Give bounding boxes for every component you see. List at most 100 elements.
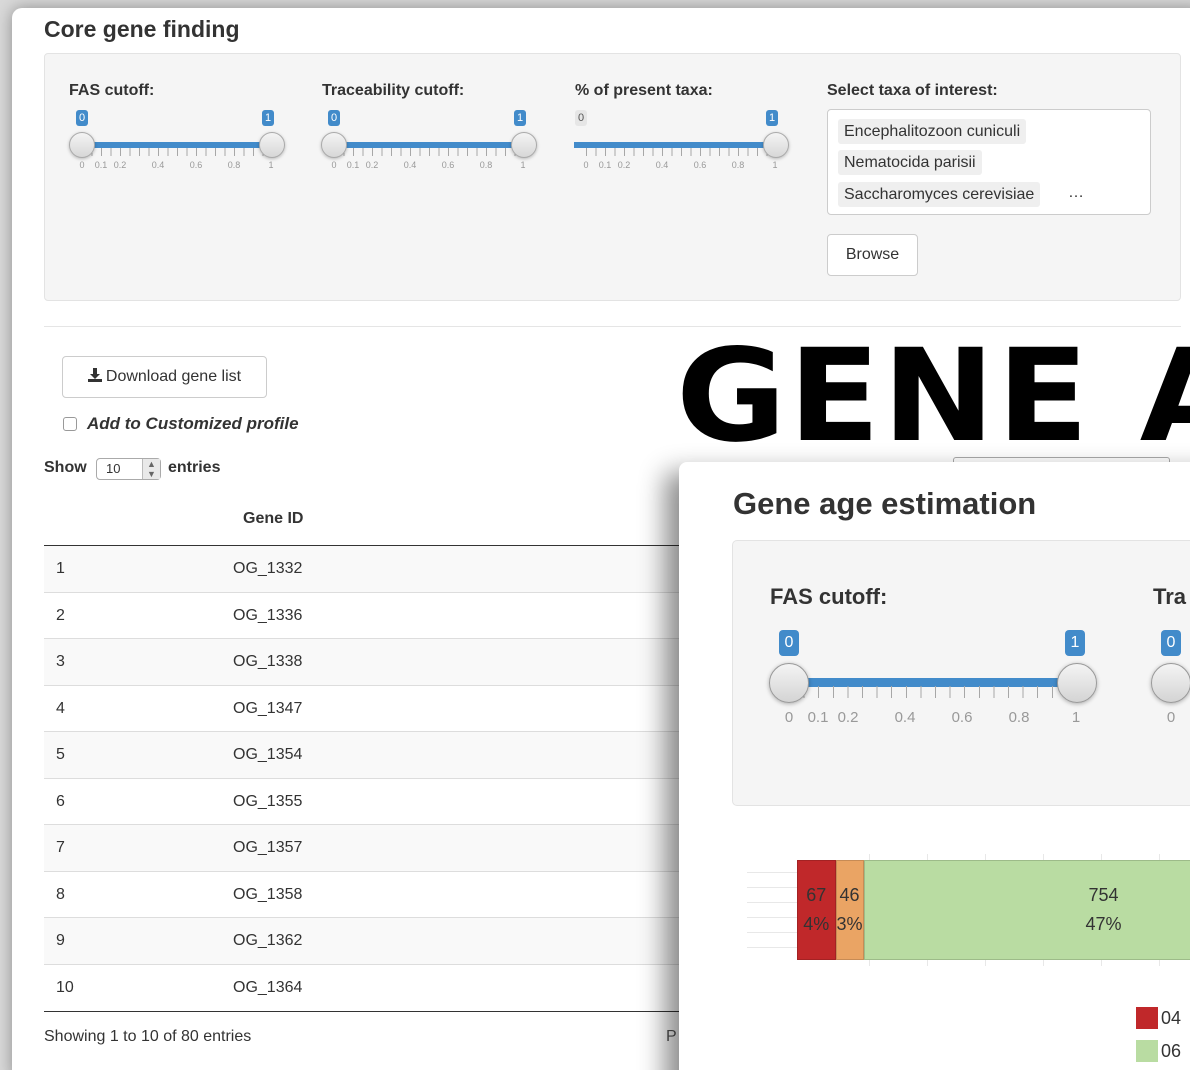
row-index: 9 [56,932,65,949]
slider-low-handle[interactable] [1151,663,1190,703]
legend-swatch [1136,1040,1158,1062]
fas-cutoff-label: FAS cutoff: [770,584,888,609]
chart-gridline [747,887,797,888]
entries-label: entries [168,459,221,476]
gene-id-header[interactable]: Gene ID [243,510,303,528]
slider-max-tag: 1 [1065,630,1085,656]
gene-age-window: Gene age estimation FAS cutoff: Tra 0 1 … [679,462,1190,1070]
slider-min-tag: 0 [779,630,799,656]
present-taxa-slider[interactable]: 0 1 0 0.1 0.2 0.4 0.6 0.8 1 [574,110,789,190]
chart-data-label: 754 [1088,885,1119,905]
traceability-cutoff-label-partial: Tra [1153,584,1187,609]
slider-low-handle[interactable] [69,132,95,158]
taxon-chip[interactable]: Nematocida parisii [838,150,982,175]
tick-label: 0.8 [1008,709,1030,726]
tick-label: 0 [79,160,85,170]
tick-label: 0.8 [731,160,745,170]
legend-label: 06 [1161,1041,1182,1061]
taxa-select-box[interactable]: Encephalitozoon cuniculi Nematocida pari… [827,109,1151,215]
tick-label: 0.1 [346,160,360,170]
traceability-cutoff-label: Traceability cutoff: [322,82,465,99]
chart-gridline [747,872,797,873]
legend-swatch [1136,1007,1158,1029]
slider-high-handle[interactable] [763,132,789,158]
taxon-chip[interactable]: Encephalitozoon cuniculi [838,119,1027,144]
gene-age-trace-slider[interactable]: 0 0 [1151,624,1190,734]
gene-age-title: Gene age estimation [733,486,1037,521]
tick-label: 0.2 [617,160,631,170]
tick-label: 0.8 [227,160,241,170]
gene-id-cell: OG_1362 [233,932,303,949]
row-index: 2 [56,606,65,624]
entries-select[interactable]: 10 ▲ ▼ [96,458,161,480]
slider-ticks [82,148,273,156]
slider-max-tag: 1 [514,110,527,126]
tick-label: 0.6 [189,160,203,170]
table-info: Showing 1 to 10 of 80 entries [44,1028,252,1045]
gene-age-fas-slider[interactable]: 0 1 0 0.1 0.2 0.4 0.6 0.8 1 [769,624,1101,734]
entries-select-value: 10 [106,461,121,476]
chart-gridline [747,902,797,903]
download-icon [87,368,102,382]
screenshot-canvas: Core gene finding FAS cutoff: Traceabili… [0,0,1190,1070]
tick-label: 0.2 [113,160,127,170]
slider-ticks [334,148,525,156]
slider-low-handle[interactable] [769,663,809,703]
tick-label: 0 [1166,709,1176,726]
chart-gridline [747,947,797,948]
gene-id-cell: OG_1354 [233,746,303,763]
tick-label: 0.8 [479,160,493,170]
gene-id-cell: OG_1364 [233,978,303,996]
tick-label: 0.4 [151,160,165,170]
chart-bar-segment[interactable] [835,860,864,960]
select-taxa-label: Select taxa of interest: [827,82,998,99]
slider-high-handle[interactable] [511,132,537,158]
row-index: 3 [56,653,65,670]
slider-min-tag: 0 [575,110,588,126]
page-title: Core gene finding [44,16,240,42]
headline-text: GENE A [676,322,1190,471]
row-index: 6 [56,792,65,810]
tick-label: 0 [331,160,337,170]
tick-label: 0 [784,709,794,726]
slider-low-handle[interactable] [321,132,347,158]
browse-button[interactable]: Browse [827,234,918,276]
chart-gridline [747,932,797,933]
gene-id-cell: OG_1355 [233,792,303,810]
fas-cutoff-slider[interactable]: 0 1 0 0.1 0.2 0.4 0.6 0.8 1 [69,110,285,190]
tick-label: 1 [268,160,274,170]
chart-bar-segment[interactable] [863,860,1190,960]
download-gene-list-label: Download gene list [105,368,242,385]
slider-min-tag: 0 [76,110,89,126]
row-index: 1 [56,560,65,577]
tick-label: 1 [1071,709,1081,726]
slider-ticks [789,686,1083,698]
add-to-profile-checkbox[interactable] [63,417,77,431]
gene-id-cell: OG_1338 [233,653,303,670]
show-label: Show [44,459,87,476]
pagination-partial[interactable]: P [666,1028,677,1046]
slider-min-tag: 0 [328,110,341,126]
gene-id-cell: OG_1357 [233,839,303,856]
gene-id-cell: OG_1336 [233,606,303,624]
tick-label: 0.4 [403,160,417,170]
chart-bar-segment[interactable] [797,860,836,960]
traceability-cutoff-slider[interactable]: 0 1 0 0.1 0.2 0.4 0.6 0.8 1 [321,110,537,190]
slider-min-tag: 0 [1161,630,1181,656]
tick-label: 0.2 [365,160,379,170]
tick-label: 1 [520,160,526,170]
slider-ticks [586,148,777,156]
tick-label: 0 [583,160,589,170]
slider-high-handle[interactable] [1057,663,1097,703]
tick-label: 1 [772,160,778,170]
slider-max-tag: 1 [262,110,275,126]
gene-id-cell: OG_1347 [233,699,303,717]
chart-gridline [747,917,797,918]
legend-label: 04 [1161,1008,1182,1028]
slider-high-handle[interactable] [259,132,285,158]
row-index: 7 [56,839,65,856]
taxon-chip[interactable]: Saccharomyces cerevisiae [838,182,1041,207]
tick-label: 0.6 [441,160,455,170]
download-gene-list-button[interactable]: Download gene list [62,356,267,398]
gene-id-cell: OG_1358 [233,885,303,903]
